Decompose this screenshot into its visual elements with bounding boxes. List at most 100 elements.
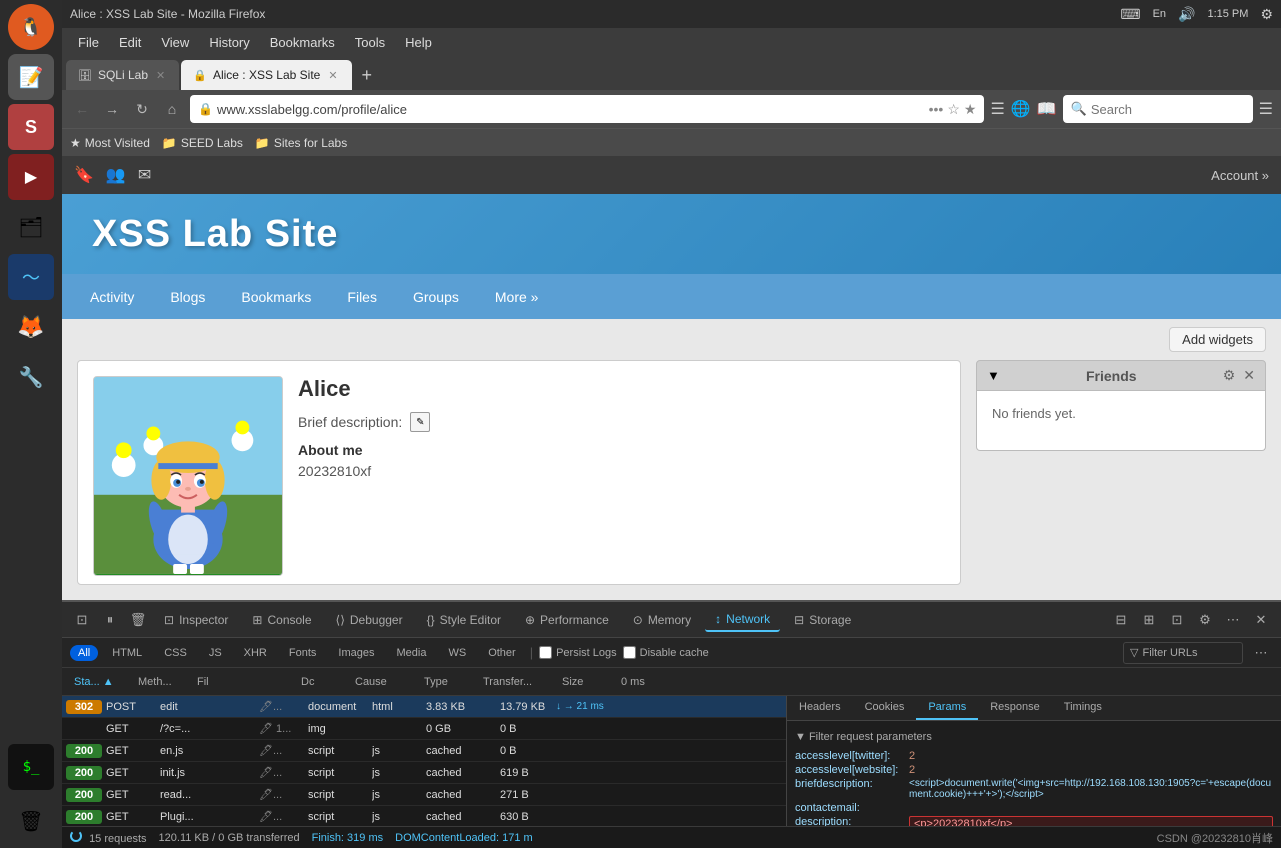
devtools-tab-console[interactable]: ⊞ Console (242, 609, 321, 631)
devtools-tab-performance[interactable]: ⊕ Performance (515, 609, 619, 631)
sidebar-icon-s[interactable]: S (8, 104, 54, 150)
col-time[interactable]: 0 ms (617, 676, 667, 688)
filter-xhr[interactable]: XHR (236, 645, 275, 661)
firefox-account-icon[interactable]: 🌐 (1011, 99, 1031, 119)
sidebar-icon-firefox[interactable]: 🦊 (8, 304, 54, 350)
add-widgets-button[interactable]: Add widgets (1169, 327, 1266, 352)
nav-more[interactable]: More » (487, 285, 547, 309)
devtools-pause-icon[interactable]: ⏸ (98, 608, 122, 632)
reload-button[interactable]: ↻ (130, 97, 154, 121)
details-tab-timings[interactable]: Timings (1052, 696, 1114, 720)
tab-xsslab[interactable]: 🔒 Alice : XSS Lab Site ✕ (181, 60, 351, 90)
filter-fonts[interactable]: Fonts (281, 645, 325, 661)
disable-cache-checkbox[interactable]: Disable cache (623, 646, 709, 659)
col-status[interactable]: Sta... ▲ (70, 676, 130, 688)
forward-button[interactable]: → (100, 97, 124, 121)
filter-css[interactable]: CSS (156, 645, 195, 661)
site-mail-icon[interactable]: ✉ (138, 165, 151, 185)
devtools-tab-storage[interactable]: ⊟ Storage (784, 609, 861, 631)
details-tab-headers[interactable]: Headers (787, 696, 853, 720)
tab-add-button[interactable]: + (354, 60, 381, 90)
filter-js[interactable]: JS (201, 645, 230, 661)
request-row[interactable]: 302 POST edit 🖊... document html 3.83 KB… (62, 696, 786, 718)
site-users-icon[interactable]: 👥 (106, 165, 126, 185)
hamburger-menu-icon[interactable]: ☰ (1259, 99, 1273, 119)
col-transfer[interactable]: Transfer... (479, 676, 554, 688)
persist-logs-checkbox[interactable]: Persist Logs (539, 646, 617, 659)
col-type[interactable]: Type (420, 676, 475, 688)
network-options-icon[interactable]: ⋯ (1249, 641, 1273, 665)
edit-description-button[interactable]: ✎ (410, 412, 430, 432)
devtools-responsive-icon[interactable]: ⊡ (70, 608, 94, 632)
request-row[interactable]: GET /?c=... 🖊 1... img 0 GB 0 B (62, 718, 786, 740)
menu-bookmarks[interactable]: Bookmarks (262, 33, 343, 52)
request-row[interactable]: 200 GET Plugi... 🖊... script js cached 6… (62, 806, 786, 826)
nav-bookmarks[interactable]: Bookmarks (233, 285, 319, 309)
nav-activity[interactable]: Activity (82, 285, 142, 309)
filter-other[interactable]: Other (480, 645, 524, 661)
nav-files[interactable]: Files (339, 285, 385, 309)
filter-images[interactable]: Images (330, 645, 382, 661)
devtools-tab-debugger[interactable]: ⟨⟩ Debugger (326, 609, 413, 631)
sidebar-icon-wireshark[interactable]: 〜 (8, 254, 54, 300)
friends-close-icon[interactable]: ✕ (1243, 367, 1255, 384)
nav-blogs[interactable]: Blogs (162, 285, 213, 309)
disable-cache-input[interactable] (623, 646, 636, 659)
url-input-container[interactable]: 🔒 ••• ☆ ★ (190, 95, 984, 123)
bookmark-most-visited[interactable]: ★ Most Visited (70, 136, 150, 150)
back-button[interactable]: ← (70, 97, 94, 121)
bookmark-star-icon[interactable]: ☆ (947, 101, 960, 118)
details-tab-cookies[interactable]: Cookies (853, 696, 917, 720)
request-row[interactable]: 200 GET init.js 🖊... script js cached 61… (62, 762, 786, 784)
menu-history[interactable]: History (201, 33, 257, 52)
col-method[interactable]: Meth... (134, 676, 189, 688)
site-bookmark-icon[interactable]: 🔖 (74, 165, 94, 185)
sidebar-icon-notes[interactable]: 📝 (8, 54, 54, 100)
devtools-split-horizontal-icon[interactable]: ⊟ (1109, 608, 1133, 632)
details-tab-params[interactable]: Params (916, 696, 978, 720)
bookmark-seed-labs[interactable]: 📁 SEED Labs (162, 136, 243, 150)
url-star-icon[interactable]: ★ (964, 101, 977, 118)
sidebar-icon-ubuntu[interactable]: 🐧 (8, 4, 54, 50)
request-row[interactable]: 200 GET en.js 🖊... script js cached 0 B (62, 740, 786, 762)
col-domain[interactable]: Dc (297, 676, 347, 688)
sidebar-icon-terminal[interactable]: $_ (8, 744, 54, 790)
filter-ws[interactable]: WS (440, 645, 474, 661)
col-cause[interactable]: Cause (351, 676, 416, 688)
menu-file[interactable]: File (70, 33, 107, 52)
search-box[interactable]: 🔍 (1063, 95, 1253, 123)
devtools-tab-network[interactable]: ↕ Network (705, 608, 780, 632)
tab-xsslab-close[interactable]: ✕ (326, 69, 339, 82)
devtools-more-icon[interactable]: ⋯ (1221, 608, 1245, 632)
col-file[interactable]: Fil (193, 676, 293, 688)
persist-logs-input[interactable] (539, 646, 552, 659)
friends-gear-icon[interactable]: ⚙ (1223, 367, 1236, 384)
account-link[interactable]: Account » (1211, 168, 1269, 183)
devtools-trash-icon[interactable]: 🗑 (126, 608, 150, 632)
request-row[interactable]: 200 GET read... 🖊... script js cached 27… (62, 784, 786, 806)
menu-edit[interactable]: Edit (111, 33, 149, 52)
col-size[interactable]: Size (558, 676, 613, 688)
library-icon[interactable]: ☰ (990, 99, 1004, 119)
devtools-tab-memory[interactable]: ⊙ Memory (623, 609, 701, 631)
tab-sqlilab[interactable]: 🗄 SQLi Lab ✕ (66, 60, 179, 90)
sidebar-icon-terminal-red[interactable]: ▶ (8, 154, 54, 200)
home-button[interactable]: ⌂ (160, 97, 184, 121)
devtools-tab-inspector[interactable]: ⊡ Inspector (154, 609, 238, 631)
devtools-split-vertical-icon[interactable]: ⊞ (1137, 608, 1161, 632)
filter-html[interactable]: HTML (104, 645, 150, 661)
search-input[interactable] (1091, 102, 1231, 117)
url-dots-icon[interactable]: ••• (929, 101, 944, 118)
bookmark-sites-for-labs[interactable]: 📁 Sites for Labs (255, 136, 347, 150)
nav-groups[interactable]: Groups (405, 285, 467, 309)
sidebar-icon-trash[interactable]: 🗑 (8, 798, 54, 844)
devtools-settings-icon[interactable]: ⚙ (1193, 608, 1217, 632)
filter-all[interactable]: All (70, 645, 98, 661)
url-input[interactable] (217, 102, 925, 117)
tab-sqlilab-close[interactable]: ✕ (154, 69, 167, 82)
filter-media[interactable]: Media (388, 645, 434, 661)
details-tab-response[interactable]: Response (978, 696, 1052, 720)
menu-help[interactable]: Help (397, 33, 440, 52)
devtools-close-icon[interactable]: ✕ (1249, 608, 1273, 632)
sidebar-icon-settings[interactable]: 🔧 (8, 354, 54, 400)
